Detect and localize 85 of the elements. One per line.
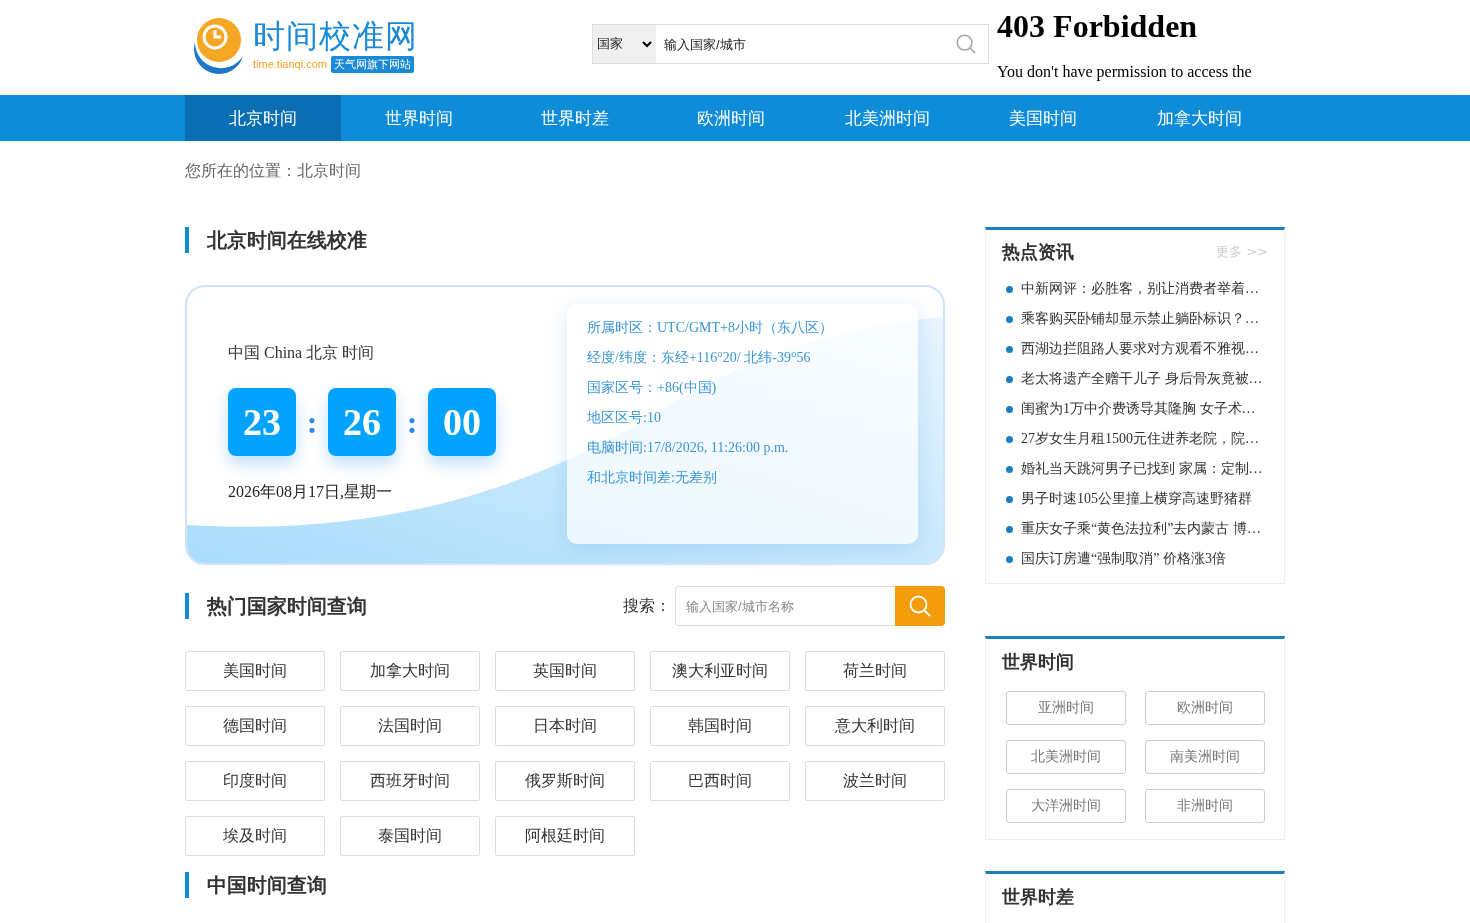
news-link[interactable]: 中新网评：必胜客，别让消费者举着… bbox=[1002, 274, 1268, 304]
time-digits: 23 bbox=[228, 388, 296, 456]
country-select[interactable]: 国家 bbox=[592, 24, 656, 64]
section-title: 热门国家时间查询 bbox=[185, 593, 367, 619]
info-line: 所属时区：UTC/GMT+8小时（东八区） bbox=[587, 319, 834, 337]
search-icon bbox=[908, 594, 932, 618]
region-time-button[interactable]: 亚洲时间 bbox=[1006, 691, 1126, 725]
bullet-icon bbox=[1006, 315, 1013, 323]
city-search-input[interactable]: 输入国家/城市 bbox=[656, 24, 944, 64]
time-digits: 00 bbox=[428, 388, 496, 456]
nav-tab[interactable]: 欧洲时间 bbox=[653, 95, 809, 141]
time-separator: : bbox=[305, 403, 319, 441]
bullet-icon bbox=[1006, 285, 1013, 293]
country-time-button[interactable]: 泰国时间 bbox=[340, 816, 480, 856]
country-time-button[interactable]: 荷兰时间 bbox=[805, 651, 945, 691]
bullet-icon bbox=[1006, 345, 1013, 353]
error-title: 403 Forbidden bbox=[997, 8, 1199, 45]
country-time-button[interactable]: 巴西时间 bbox=[650, 761, 790, 801]
news-link[interactable]: 国庆订房遭“强制取消” 价格涨3倍 bbox=[1002, 544, 1268, 574]
info-line: 和北京时间差:无差别 bbox=[587, 469, 718, 487]
country-time-button[interactable]: 埃及时间 bbox=[185, 816, 325, 856]
country-time-button[interactable]: 加拿大时间 bbox=[340, 651, 480, 691]
country-time-button[interactable]: 德国时间 bbox=[185, 706, 325, 746]
country-time-button[interactable]: 俄罗斯时间 bbox=[495, 761, 635, 801]
card-title: 世界时间 bbox=[1002, 650, 1074, 674]
logo-name: 时间校准网 bbox=[253, 15, 418, 56]
country-time-button[interactable]: 英国时间 bbox=[495, 651, 635, 691]
news-link[interactable]: 老太将遗产全赠干儿子 身后骨灰竟被… bbox=[1002, 364, 1268, 394]
bullet-icon bbox=[1006, 435, 1013, 443]
search-button[interactable] bbox=[895, 586, 945, 626]
logo-tagline: 天气网旗下网站 bbox=[331, 55, 414, 73]
bullet-icon bbox=[1006, 525, 1013, 533]
news-link[interactable]: 婚礼当天跳河男子已找到 家属：定制… bbox=[1002, 454, 1268, 484]
info-line: 经度/纬度：东经+116°20/ 北纬-39°56 bbox=[587, 349, 812, 367]
region-time-button[interactable]: 北美洲时间 bbox=[1006, 740, 1126, 774]
country-time-button[interactable]: 印度时间 bbox=[185, 761, 325, 801]
bullet-icon bbox=[1006, 465, 1013, 473]
location-label: 中国 China 北京 时间 bbox=[228, 343, 376, 363]
nav-tab[interactable]: 世界时间 bbox=[341, 95, 497, 141]
info-line: 电脑时间:17/8/2026, 11:26:00 p.m. bbox=[587, 439, 790, 457]
time-digits: 26 bbox=[328, 388, 396, 456]
nav-tab[interactable]: 北京时间 bbox=[185, 95, 341, 141]
bullet-icon bbox=[1006, 405, 1013, 413]
bullet-icon bbox=[1006, 495, 1013, 503]
country-time-button[interactable]: 意大利时间 bbox=[805, 706, 945, 746]
time-separator: : bbox=[405, 403, 419, 441]
nav-tab[interactable]: 加拿大时间 bbox=[1121, 95, 1277, 141]
nav-tab[interactable]: 美国时间 bbox=[965, 95, 1121, 141]
section-title: 北京时间在线校准 bbox=[185, 227, 945, 253]
search-button[interactable] bbox=[943, 24, 990, 64]
search-label: 搜索： bbox=[623, 595, 671, 617]
breadcrumb: 您所在的位置：北京时间 bbox=[185, 161, 362, 181]
country-time-button[interactable]: 日本时间 bbox=[495, 706, 635, 746]
region-time-button[interactable]: 非洲时间 bbox=[1145, 789, 1265, 823]
info-line: 国家区号：+86(中国) bbox=[587, 379, 718, 397]
card-title: 世界时差 bbox=[1002, 885, 1074, 909]
news-link[interactable]: 男子时速105公里撞上横穿高速野猪群 bbox=[1002, 484, 1268, 514]
logo-domain: time.tianqi.com bbox=[253, 58, 327, 70]
news-link[interactable]: 乘客购买卧铺却显示禁止躺卧标识？… bbox=[1002, 304, 1268, 334]
country-time-button[interactable]: 阿根廷时间 bbox=[495, 816, 635, 856]
news-link[interactable]: 27岁女生月租1500元住进养老院，院… bbox=[1002, 424, 1268, 454]
country-time-button[interactable]: 波兰时间 bbox=[805, 761, 945, 801]
bullet-icon bbox=[1006, 375, 1013, 383]
region-time-button[interactable]: 大洋洲时间 bbox=[1006, 789, 1126, 823]
country-time-button[interactable]: 法国时间 bbox=[340, 706, 480, 746]
search-icon bbox=[954, 33, 977, 55]
country-search-input[interactable]: 输入国家/城市名称 bbox=[675, 586, 895, 626]
news-link[interactable]: 西湖边拦阻路人要求对方观看不雅视… bbox=[1002, 334, 1268, 364]
card-title: 热点资讯 bbox=[1002, 240, 1074, 264]
bullet-icon bbox=[1006, 555, 1013, 563]
news-link[interactable]: 重庆女子乘“黄色法拉利”去内蒙古 博… bbox=[1002, 514, 1268, 544]
info-line: 地区区号:10 bbox=[587, 409, 662, 427]
country-time-button[interactable]: 美国时间 bbox=[185, 651, 325, 691]
section-title: 中国时间查询 bbox=[185, 872, 945, 898]
country-time-button[interactable]: 西班牙时间 bbox=[340, 761, 480, 801]
nav-tab[interactable]: 世界时差 bbox=[497, 95, 653, 141]
country-time-button[interactable]: 澳大利亚时间 bbox=[650, 651, 790, 691]
chevron-down-icon bbox=[642, 40, 652, 48]
error-message: You don't have permission to access the bbox=[997, 63, 1253, 81]
news-link[interactable]: 闺蜜为1万中介费诱导其隆胸 女子术… bbox=[1002, 394, 1268, 424]
country-time-button[interactable]: 韩国时间 bbox=[650, 706, 790, 746]
region-time-button[interactable]: 南美洲时间 bbox=[1145, 740, 1265, 774]
nav-tab[interactable]: 北美洲时间 bbox=[809, 95, 965, 141]
date-label: 2026年08月17日,星期一 bbox=[228, 482, 393, 502]
region-time-button[interactable]: 欧洲时间 bbox=[1145, 691, 1265, 725]
